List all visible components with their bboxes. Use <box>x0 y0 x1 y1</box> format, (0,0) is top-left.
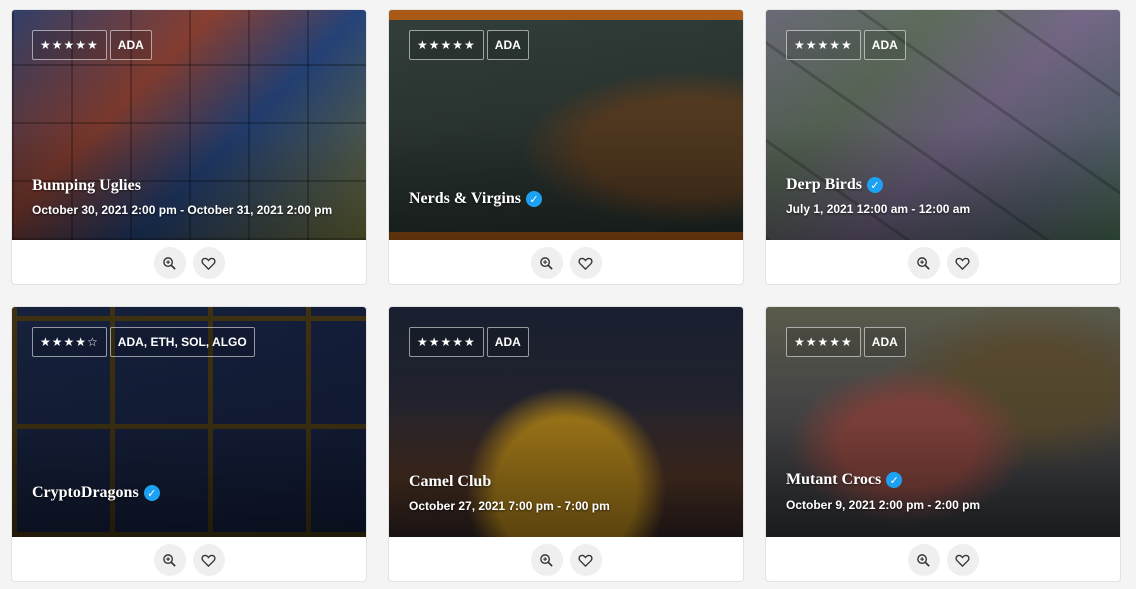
card-actions <box>12 240 366 284</box>
blockchain-badge: ADA <box>863 327 906 357</box>
card-title[interactable]: Mutant Crocs <box>786 471 881 489</box>
blockchain-badge: ADA <box>863 30 906 60</box>
rating-stars: ★★★★★ <box>409 30 484 60</box>
heart-icon <box>201 554 216 567</box>
heart-icon <box>955 257 970 270</box>
listing-card[interactable]: ★★★★☆ ADA, ETH, SOL, ALGO CryptoDragons … <box>11 306 367 582</box>
card-title-row: Bumping Uglies <box>32 177 141 195</box>
zoom-button[interactable] <box>530 544 563 576</box>
verified-check-icon: ✓ <box>143 485 160 501</box>
favorite-button[interactable] <box>569 544 602 576</box>
listing-card[interactable]: ★★★★★ ADA Bumping Uglies October 30, 202… <box>11 9 367 285</box>
rating-stars: ★★★★★ <box>32 30 107 60</box>
zoom-in-icon <box>540 553 553 567</box>
rating-stars: ★★★★★ <box>786 327 861 357</box>
card-image[interactable]: ★★★★★ ADA Mutant Crocs ✓ October 9, 2021… <box>766 307 1120 537</box>
card-image[interactable]: ★★★★★ ADA Bumping Uglies October 30, 202… <box>12 10 366 240</box>
blockchain-badge: ADA <box>486 30 529 60</box>
zoom-button[interactable] <box>153 247 186 279</box>
zoom-in-icon <box>917 553 930 567</box>
card-badges: ★★★★★ ADA <box>409 30 529 60</box>
rating-stars: ★★★★★ <box>409 327 484 357</box>
card-title-row: Camel Club <box>409 473 491 491</box>
listing-card[interactable]: ★★★★★ ADA Derp Birds ✓ July 1, 2021 12:0… <box>765 9 1121 285</box>
card-badges: ★★★★★ ADA <box>409 327 529 357</box>
card-image[interactable]: ★★★★★ ADA Nerds & Virgins ✓ <box>389 10 743 240</box>
heart-icon <box>578 257 593 270</box>
blockchain-badge: ADA <box>486 327 529 357</box>
blockchain-badge: ADA <box>109 30 152 60</box>
card-title-row: Mutant Crocs ✓ <box>786 471 903 489</box>
card-title[interactable]: Bumping Uglies <box>32 177 141 195</box>
card-title[interactable]: CryptoDragons <box>32 484 139 502</box>
card-date: July 1, 2021 12:00 am - 12:00 am <box>786 202 971 216</box>
card-title-row: CryptoDragons ✓ <box>32 484 160 502</box>
zoom-button[interactable] <box>907 544 940 576</box>
card-badges: ★★★★★ ADA <box>32 30 152 60</box>
heart-icon <box>955 554 970 567</box>
card-date: October 27, 2021 7:00 pm - 7:00 pm <box>409 499 610 513</box>
card-title-row: Nerds & Virgins ✓ <box>409 190 542 208</box>
favorite-button[interactable] <box>946 544 979 576</box>
zoom-button[interactable] <box>907 247 940 279</box>
card-title-row: Derp Birds ✓ <box>786 176 883 194</box>
card-badges: ★★★★★ ADA <box>786 30 906 60</box>
zoom-in-icon <box>540 256 553 270</box>
rating-stars: ★★★★☆ <box>32 327 107 357</box>
favorite-button[interactable] <box>192 544 225 576</box>
zoom-in-icon <box>163 256 176 270</box>
card-image[interactable]: ★★★★★ ADA Camel Club October 27, 2021 7:… <box>389 307 743 537</box>
zoom-in-icon <box>163 553 176 567</box>
card-title[interactable]: Camel Club <box>409 473 491 491</box>
card-actions <box>766 537 1120 581</box>
card-actions <box>389 537 743 581</box>
card-title[interactable]: Derp Birds <box>786 176 862 194</box>
card-actions <box>12 537 366 581</box>
card-actions <box>766 240 1120 284</box>
listing-card[interactable]: ★★★★★ ADA Mutant Crocs ✓ October 9, 2021… <box>765 306 1121 582</box>
card-badges: ★★★★☆ ADA, ETH, SOL, ALGO <box>32 327 255 357</box>
card-badges: ★★★★★ ADA <box>786 327 906 357</box>
zoom-button[interactable] <box>530 247 563 279</box>
favorite-button[interactable] <box>192 247 225 279</box>
zoom-button[interactable] <box>153 544 186 576</box>
zoom-in-icon <box>917 256 930 270</box>
rating-stars: ★★★★★ <box>786 30 861 60</box>
card-image[interactable]: ★★★★☆ ADA, ETH, SOL, ALGO CryptoDragons … <box>12 307 366 537</box>
verified-check-icon: ✓ <box>886 472 903 488</box>
card-date: October 9, 2021 2:00 pm - 2:00 pm <box>786 498 981 512</box>
listing-card[interactable]: ★★★★★ ADA Nerds & Virgins ✓ <box>388 9 744 285</box>
heart-icon <box>201 257 216 270</box>
card-title[interactable]: Nerds & Virgins <box>409 190 521 208</box>
favorite-button[interactable] <box>946 247 979 279</box>
verified-check-icon: ✓ <box>526 191 542 207</box>
heart-icon <box>578 554 593 567</box>
listing-card[interactable]: ★★★★★ ADA Camel Club October 27, 2021 7:… <box>388 306 744 582</box>
card-date: October 30, 2021 2:00 pm - October 31, 2… <box>32 203 333 217</box>
card-actions <box>389 240 743 284</box>
verified-check-icon: ✓ <box>867 177 883 193</box>
blockchain-badge: ADA, ETH, SOL, ALGO <box>109 327 255 357</box>
favorite-button[interactable] <box>569 247 602 279</box>
card-image[interactable]: ★★★★★ ADA Derp Birds ✓ July 1, 2021 12:0… <box>766 10 1120 240</box>
